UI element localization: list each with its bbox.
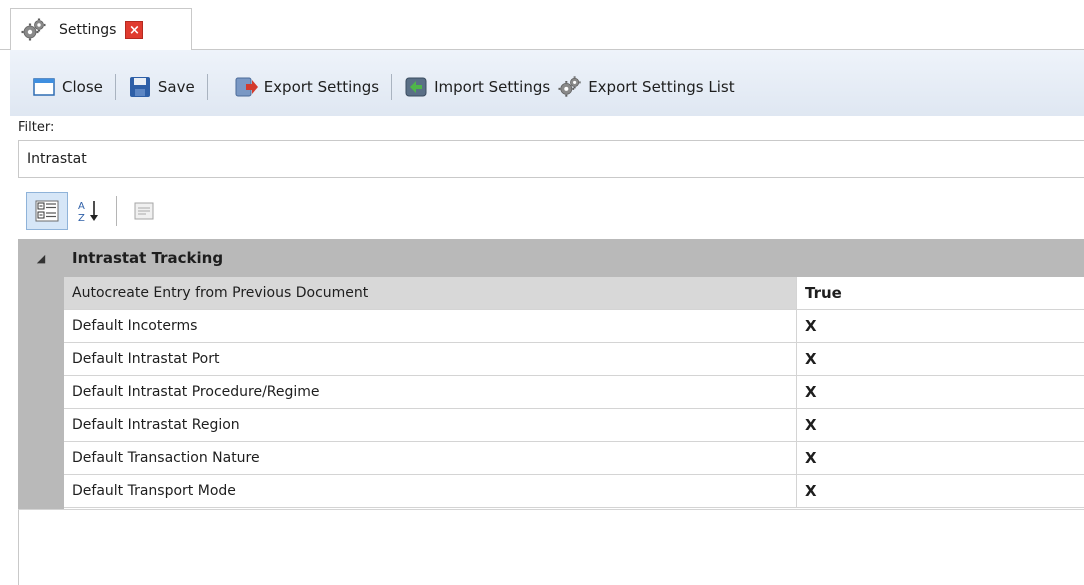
floppy-disk-icon (129, 77, 150, 97)
property-name: Default Incoterms (64, 310, 797, 342)
table-row[interactable]: Default Incoterms X (64, 310, 1084, 343)
category-row-intrastat-tracking[interactable]: ◢ Intrastat Tracking (18, 239, 1084, 277)
property-grid: ◢ Intrastat Tracking Autocreate Entry fr… (18, 239, 1084, 515)
table-row[interactable]: Default Intrastat Port X (64, 343, 1084, 376)
svg-text:A: A (78, 201, 85, 212)
table-row[interactable]: Default Transaction Nature X (64, 442, 1084, 475)
tab-label: Settings (59, 21, 117, 38)
property-grid-toolbar-separator (116, 196, 117, 226)
export-settings-list-button[interactable]: Export Settings List (554, 70, 738, 104)
grid-bottom-border (18, 509, 1084, 510)
window-close-icon (33, 78, 55, 96)
toolbar: Close Save Export Settings Import Settin… (0, 50, 1084, 116)
toolbar-separator (114, 74, 116, 100)
property-name: Default Transport Mode (64, 475, 797, 507)
tab-strip: Settings × (0, 0, 1084, 50)
categorized-view-button[interactable] (26, 192, 68, 230)
property-name: Default Intrastat Port (64, 343, 797, 375)
panel-left-border (18, 510, 19, 585)
collapse-triangle-icon[interactable]: ◢ (18, 252, 64, 265)
property-value[interactable]: X (797, 475, 1084, 507)
property-value[interactable]: X (797, 376, 1084, 408)
property-value[interactable]: X (797, 310, 1084, 342)
table-row[interactable]: Default Transport Mode X (64, 475, 1084, 508)
gears-icon (558, 76, 581, 97)
save-button[interactable]: Save (124, 70, 199, 104)
table-row[interactable]: Default Intrastat Region X (64, 409, 1084, 442)
property-name: Default Intrastat Procedure/Regime (64, 376, 797, 408)
export-settings-button[interactable]: Export Settings (230, 70, 383, 104)
import-icon (405, 77, 427, 97)
tab-close-button[interactable]: × (125, 20, 144, 39)
sort-az-icon: A Z (78, 201, 98, 224)
filter-input[interactable] (18, 140, 1084, 178)
table-row[interactable]: Autocreate Entry from Previous Document … (64, 277, 1084, 310)
export-settings-list-label: Export Settings List (588, 78, 735, 96)
property-name: Autocreate Entry from Previous Document (64, 277, 797, 309)
categorized-icon (35, 200, 59, 222)
svg-text:Z: Z (78, 213, 85, 224)
property-value[interactable]: True (797, 277, 1084, 309)
gears-icon (21, 18, 46, 40)
export-settings-label: Export Settings (263, 78, 380, 96)
save-label: Save (157, 78, 195, 96)
property-value[interactable]: X (797, 409, 1084, 441)
export-icon (235, 77, 258, 97)
property-value[interactable]: X (797, 343, 1084, 375)
property-name: Default Intrastat Region (64, 409, 797, 441)
alphabetical-sort-button[interactable]: A Z (68, 192, 110, 230)
table-row[interactable]: Default Intrastat Procedure/Regime X (64, 376, 1084, 409)
category-title: Intrastat Tracking (72, 249, 224, 267)
property-grid-gutter (18, 239, 64, 509)
close-label: Close (62, 78, 103, 96)
property-value[interactable]: X (797, 442, 1084, 474)
property-name: Default Transaction Nature (64, 442, 797, 474)
toolbar-separator (391, 74, 393, 100)
toolbar-separator (206, 74, 208, 100)
property-grid-toolbar: A Z (18, 185, 1084, 237)
property-pages-button[interactable] (123, 192, 165, 230)
import-settings-button[interactable]: Import Settings (400, 70, 554, 104)
property-pages-icon (134, 202, 154, 220)
filter-label: Filter: (18, 120, 55, 135)
import-settings-label: Import Settings (434, 78, 551, 96)
tab-settings[interactable]: Settings × (10, 8, 192, 50)
close-button[interactable]: Close (28, 70, 107, 104)
